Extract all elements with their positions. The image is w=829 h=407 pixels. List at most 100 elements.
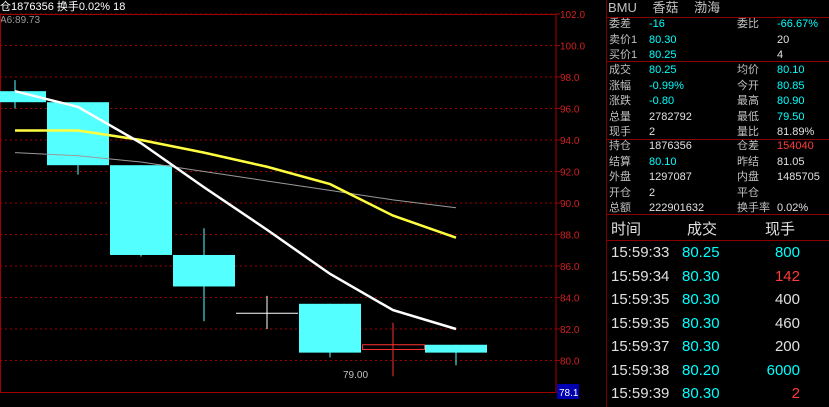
tick-time: 15:59:39: [611, 385, 670, 402]
quote-panel: BMU 香菇 渤海 委差 -16 委比 -66.67% 卖价1 80.30 20 买价1 80.…: [606, 0, 829, 407]
tick-volume: 2: [791, 385, 800, 402]
tick-time: 15:59:37: [611, 338, 670, 355]
candle-body: [299, 303, 361, 353]
kline-chart[interactable]: 102.0 100.0 98.0 96.0 94.0 92.0 90.0 88.0 86.0 84…: [0, 0, 606, 407]
quote-value: 80.90: [777, 95, 805, 107]
quote-label: 最高: [737, 95, 759, 107]
tick-volume: 200: [774, 338, 800, 355]
tick-header-price: 成交: [687, 221, 718, 238]
tick-price: 80.30: [682, 338, 720, 355]
quote-row: 开仓 2 平仓: [607, 187, 829, 200]
tick-time: 15:59:38: [611, 361, 670, 379]
quote-label: 现手: [609, 126, 631, 138]
quote-label: 量比: [737, 126, 759, 138]
exchange-name: 渤海: [694, 0, 721, 15]
plot-frame: [0, 14, 557, 393]
tick-price: 80.25: [682, 244, 720, 261]
quote-label: 开仓: [609, 186, 631, 199]
quote-row: 成交 80.25 均价 80.10: [607, 64, 829, 77]
quote-value: 80.25: [649, 64, 677, 76]
tick-row[interactable]: 15:59:34 80.30 142: [607, 266, 829, 288]
tick-row[interactable]: 15:59:33 80.25 800: [607, 242, 829, 264]
quote-row: 卖价1 80.30 20: [607, 34, 829, 47]
tick-header-volume: 现手: [765, 221, 796, 238]
y-tick-label: 80.0: [560, 357, 580, 368]
y-tick-label: 96.0: [560, 105, 580, 116]
tick-time: 15:59:35: [611, 291, 670, 308]
quote-value: 154040: [777, 140, 814, 152]
candle-body: [173, 254, 235, 287]
tick-table-header: 时间 成交 现手: [607, 216, 829, 238]
quote-value: 2: [649, 126, 656, 138]
quote-label: 外盘: [609, 171, 631, 183]
y-tick-label: 82.0: [560, 325, 580, 336]
tick-price: 80.30: [682, 291, 720, 308]
quote-value: 20: [777, 33, 790, 46]
quote-row: 涨跌 -0.80 最高 80.90: [607, 95, 829, 108]
quote-value: 2: [649, 186, 656, 199]
quote-value: -0.99%: [649, 79, 684, 92]
tick-price: 80.20: [682, 361, 720, 379]
tick-price: 80.30: [682, 314, 720, 332]
quote-label: 成交: [609, 64, 631, 76]
quote-value: 80.10: [777, 64, 805, 76]
quote-label: 最低: [737, 110, 759, 123]
y-tick-label: 98.0: [560, 73, 580, 84]
tick-row[interactable]: 15:59:35 80.30 400: [607, 289, 829, 311]
quote-row: 总量 2782792 最低 79.50: [607, 111, 829, 124]
y-tick-label: 94.0: [560, 136, 580, 147]
quote-label: 均价: [737, 64, 759, 76]
quote-value: 80.85: [777, 79, 805, 92]
y-tick-label: 100.0: [560, 42, 585, 53]
quote-label: 卖价1: [609, 33, 638, 46]
last-price-label: 78.1: [559, 388, 579, 399]
instrument-name: 香菇: [652, 0, 679, 15]
quote-label: 结算: [609, 155, 631, 168]
quote-value: 81.05: [777, 155, 805, 168]
quote-value: 79.50: [777, 110, 805, 123]
candle-body: [110, 165, 172, 255]
quote-label: 内盘: [737, 171, 759, 183]
tick-volume: 142: [774, 267, 800, 285]
tick-row[interactable]: 15:59:35 80.30 460: [607, 313, 829, 335]
quote-value: -66.67%: [777, 18, 818, 30]
quote-value: 1297087: [649, 171, 692, 183]
tick-volume: 800: [774, 244, 800, 261]
low-annotation: 79.00: [343, 370, 368, 381]
candle-body: [425, 344, 487, 353]
y-tick-label: 102.0: [560, 10, 585, 21]
quote-value: 1876356: [649, 140, 692, 152]
instrument-title: BMU 香菇 渤海: [608, 0, 732, 16]
quote-value: 81.89%: [777, 126, 815, 138]
quote-value: 80.10: [649, 155, 677, 168]
y-tick-label: 84.0: [560, 294, 580, 305]
tick-time: 15:59:34: [611, 267, 670, 285]
tick-row[interactable]: 15:59:38 80.20 6000: [607, 360, 829, 382]
quote-label: 仓差: [737, 140, 759, 152]
quote-row: 涨幅 -0.99% 今开 80.85: [607, 80, 829, 93]
tick-time: 15:59:35: [611, 314, 670, 332]
tick-volume: 6000: [766, 361, 800, 379]
quote-value: 1485705: [777, 171, 820, 183]
instrument-code: BMU: [608, 0, 637, 15]
tick-volume: 400: [774, 291, 800, 308]
y-tick-label: 86.0: [560, 262, 580, 273]
tick-price: 80.30: [682, 267, 720, 285]
quote-row: 现手 2 量比 81.89%: [607, 126, 829, 139]
quote-label: 持仓: [609, 140, 631, 152]
quote-label: 委比: [737, 18, 759, 30]
quote-value: -0.80: [649, 95, 675, 107]
quote-value: 80.30: [649, 33, 677, 46]
y-tick-label: 90.0: [560, 199, 580, 210]
quote-row: 结算 80.10 昨结 81.05: [607, 156, 829, 169]
quote-label: 昨结: [737, 155, 759, 168]
tick-price: 80.30: [682, 385, 720, 402]
quote-row: 外盘 1297087 内盘 1485705: [607, 171, 829, 184]
quote-value: 2782792: [649, 110, 692, 123]
tick-row[interactable]: 15:59:39 80.30 2: [607, 383, 829, 405]
quote-value: -16: [649, 18, 665, 30]
quote-label: 涨幅: [609, 79, 631, 92]
y-tick-label: 88.0: [560, 231, 580, 242]
tick-volume: 460: [774, 314, 800, 332]
tick-row[interactable]: 15:59:37 80.30 200: [607, 336, 829, 358]
